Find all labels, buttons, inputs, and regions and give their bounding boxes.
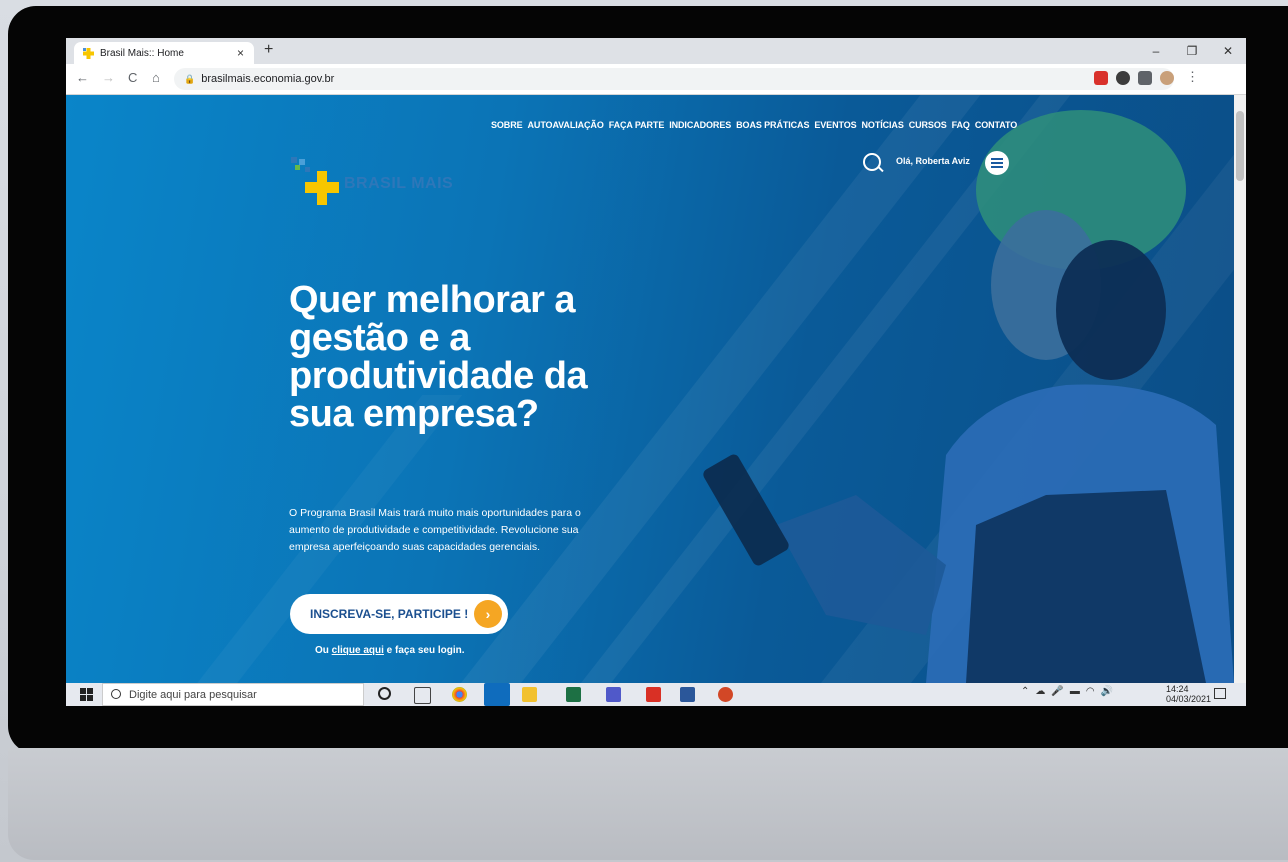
page-scrollbar[interactable] [1234,95,1246,683]
browser-tab-bar: Brasil Mais:: Home × + – ❐ ✕ [66,38,1246,64]
nav-item-noticias[interactable]: NOTÍCIAS [862,120,904,130]
search-icon[interactable] [863,153,881,171]
url-text: brasilmais.economia.gov.br [201,73,335,85]
reload-button[interactable]: C [128,70,137,85]
taskbar-search-placeholder: Digite aqui para pesquisar [129,689,257,701]
forward-button[interactable]: → [102,70,115,85]
user-greeting[interactable]: Olá, Roberta Aviz [896,156,970,166]
brasil-mais-logo[interactable]: BRASIL MAIS [289,155,489,205]
new-tab-button[interactable]: + [264,41,273,59]
scrollbar-thumb[interactable] [1236,111,1244,181]
lock-icon: 🔒 [184,74,196,84]
excel-icon[interactable] [566,687,581,702]
worker-photo [703,110,1234,683]
notifications-icon[interactable] [1214,688,1226,699]
home-button[interactable]: ⌂ [152,70,160,85]
puzzle-extensions-icon[interactable] [1138,71,1152,85]
chevron-up-icon[interactable]: ⌃ [1021,686,1029,697]
browser-tab[interactable]: Brasil Mais:: Home × [74,42,254,64]
nav-item-eventos[interactable]: EVENTOS [814,120,856,130]
nav-item-contato[interactable]: CONTATO [975,120,1017,130]
window-controls: – ❐ ✕ [1138,38,1246,64]
onedrive-icon[interactable]: ☁ [1035,686,1045,697]
taskbar-search-input[interactable]: Digite aqui para pesquisar [102,683,364,706]
minimize-button[interactable]: – [1138,38,1174,64]
volume-icon[interactable]: 🔊 [1101,686,1113,697]
login-suffix: e faça seu login. [383,645,465,656]
chevron-right-icon: › [474,600,502,628]
windows-start-icon[interactable] [80,688,93,701]
tab-close-icon[interactable]: × [237,46,244,60]
outlook-icon[interactable] [484,683,510,706]
login-prefix: Ou [315,645,332,656]
clock-time: 14:24 [1166,684,1189,694]
close-window-button[interactable]: ✕ [1210,38,1246,64]
plus-logo-icon [291,157,339,205]
nav-item-autoavaliacao[interactable]: AUTOAVALIAÇÃO [528,120,604,130]
tab-title: Brasil Mais:: Home [100,47,184,59]
system-tray: ⌃ ☁ 🎤 ▬ ◠ 🔊 [1021,686,1113,697]
word-icon[interactable] [680,687,695,702]
nav-item-indicadores[interactable]: INDICADORES [669,120,731,130]
hero-description: O Programa Brasil Mais trará muito mais … [289,507,581,553]
profile-avatar[interactable] [1160,71,1174,85]
main-nav: SOBRE AUTOAVALIAÇÃO FAÇA PARTE INDICADOR… [491,120,1017,130]
address-bar[interactable]: 🔒 brasilmais.economia.gov.br [174,68,1174,90]
hamburger-menu-icon[interactable] [985,151,1009,175]
kebab-menu-icon[interactable]: ⋮ [1186,69,1199,85]
wifi-icon[interactable]: ◠ [1086,686,1095,697]
monitor-chin [8,748,1288,860]
login-link[interactable]: clique aqui [332,645,384,656]
hero-headline: Quer melhorar a gestão e a produtividade… [289,279,588,435]
brasil-mais-favicon-icon [83,47,94,59]
gmail-icon[interactable] [646,687,661,702]
browser-toolbar: ← → C ⌂ 🔒 brasilmais.economia.gov.br ⋮ [66,64,1246,95]
nav-item-boas-praticas[interactable]: BOAS PRÁTICAS [736,120,809,130]
chrome-icon[interactable] [452,687,467,702]
screen: Brasil Mais:: Home × + – ❐ ✕ ← → C ⌂ 🔒 br… [66,38,1246,706]
subscribe-button-label: INSCREVA-SE, PARTICIPE ! [310,607,469,621]
file-explorer-icon[interactable] [522,687,537,702]
task-view-icon[interactable] [414,687,431,704]
subscribe-button[interactable]: INSCREVA-SE, PARTICIPE ! › [290,594,508,634]
pdf-extension-icon[interactable] [1094,71,1108,85]
microphone-icon[interactable]: 🎤 [1051,686,1063,697]
clock-date: 04/03/2021 [1166,694,1212,702]
powerpoint-icon[interactable] [718,687,733,702]
taskbar-clock[interactable]: 14:24 04/03/2021 [1166,684,1211,702]
back-button[interactable]: ← [76,70,89,85]
nav-item-faq[interactable]: FAQ [952,120,970,130]
nav-item-cursos[interactable]: CURSOS [909,120,947,130]
windows-taskbar: Digite aqui para pesquisar ⌃ ☁ 🎤 ▬ ◠ 🔊 1… [66,683,1246,706]
teams-icon[interactable] [606,687,621,702]
cortana-icon[interactable] [378,687,391,700]
search-icon [111,689,121,699]
login-prompt: Ou clique aqui e faça seu login. [315,645,465,656]
battery-icon[interactable]: ▬ [1070,686,1080,697]
extension-icon[interactable] [1116,71,1130,85]
logo-text: BRASIL MAIS [344,175,454,192]
nav-item-faca-parte[interactable]: FAÇA PARTE [609,120,665,130]
nav-item-sobre[interactable]: SOBRE [491,120,523,130]
maximize-button[interactable]: ❐ [1174,38,1210,64]
hero-section: SOBRE AUTOAVALIAÇÃO FAÇA PARTE INDICADOR… [66,95,1234,683]
